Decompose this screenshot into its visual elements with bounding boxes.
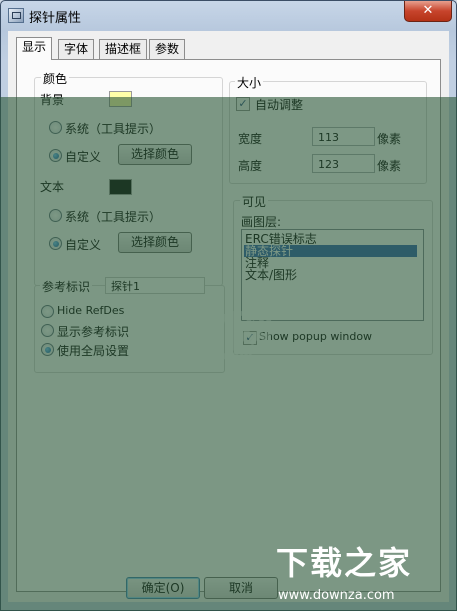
ok-button[interactable]: 确定(O) [126, 577, 200, 599]
text-choose-color-button[interactable]: 选择颜色 [118, 232, 192, 253]
show-refdes-radio[interactable] [41, 324, 54, 337]
text-system-label: 系统（工具提示） [65, 210, 162, 224]
color-group-title: 颜色 [41, 70, 70, 87]
cancel-button[interactable]: 取消 [204, 577, 278, 599]
close-button[interactable]: ✕ [404, 1, 452, 22]
auto-adjust-checkbox[interactable]: ✓ [236, 97, 250, 111]
text-color-label: 文本 [40, 180, 65, 194]
height-label: 高度 [238, 159, 263, 173]
tab-page-display: 颜色 背景 系统（工具提示） 自定义 选择颜色 文本 系统（工具提示） 自定义 … [16, 59, 441, 592]
layer-item-static-probe[interactable]: 静态探针 [244, 245, 417, 257]
text-custom-label: 自定义 [65, 238, 102, 252]
background-custom-radio[interactable] [49, 149, 62, 162]
layer-item-text-graphics[interactable]: 文本/图形 [244, 269, 417, 281]
tab-description-box[interactable]: 描述框 [99, 39, 148, 59]
use-global-settings-radio[interactable] [41, 343, 54, 356]
tab-parameters[interactable]: 参数 [149, 39, 186, 59]
height-input[interactable]: 123 [312, 154, 375, 173]
width-unit-label: 像素 [377, 132, 402, 146]
hide-refdes-label: Hide RefDes [57, 304, 125, 317]
title-bar: 探针属性 ✕ [1, 1, 456, 31]
text-color-swatch[interactable] [109, 179, 132, 195]
text-system-radio[interactable] [49, 209, 62, 222]
auto-adjust-label: 自动调整 [255, 98, 304, 112]
properties-dialog: 探针属性 ✕ 显示 字体 描述框 参数 颜色 背景 系统（工具提示） 自定义 选… [0, 0, 457, 611]
background-choose-color-button[interactable]: 选择颜色 [118, 144, 192, 165]
show-refdes-label: 显示参考标识 [57, 325, 130, 339]
layers-label: 画图层: [241, 215, 282, 229]
ref-designator-title: 参考标识 [40, 278, 93, 295]
tab-font[interactable]: 字体 [58, 39, 95, 59]
background-custom-label: 自定义 [65, 150, 102, 164]
ref-designator-input[interactable]: 探针1 [105, 277, 205, 294]
size-group-title: 大小 [235, 74, 264, 91]
height-unit-label: 像素 [377, 159, 402, 173]
width-input[interactable]: 113 [312, 127, 375, 146]
background-system-label: 系统（工具提示） [65, 122, 162, 136]
hide-refdes-radio[interactable] [41, 305, 54, 318]
background-system-radio[interactable] [49, 121, 62, 134]
app-icon [8, 8, 24, 23]
dialog-client: 显示 字体 描述框 参数 颜色 背景 系统（工具提示） 自定义 选择颜色 文本 … [8, 31, 449, 602]
site-logo-text: 下载之家 [276, 544, 413, 582]
use-global-settings-label: 使用全局设置 [57, 344, 130, 358]
window-title: 探针属性 [29, 11, 82, 26]
watermark-sub: system.com [165, 349, 253, 364]
text-custom-radio[interactable] [49, 237, 62, 250]
tab-display[interactable]: 显示 [16, 37, 53, 60]
background-label: 背景 [40, 93, 65, 107]
site-logo-url: www.downza.com [278, 588, 395, 603]
visible-group-title: 可见 [240, 193, 269, 210]
background-color-swatch[interactable] [109, 91, 132, 107]
width-label: 宽度 [238, 132, 263, 146]
